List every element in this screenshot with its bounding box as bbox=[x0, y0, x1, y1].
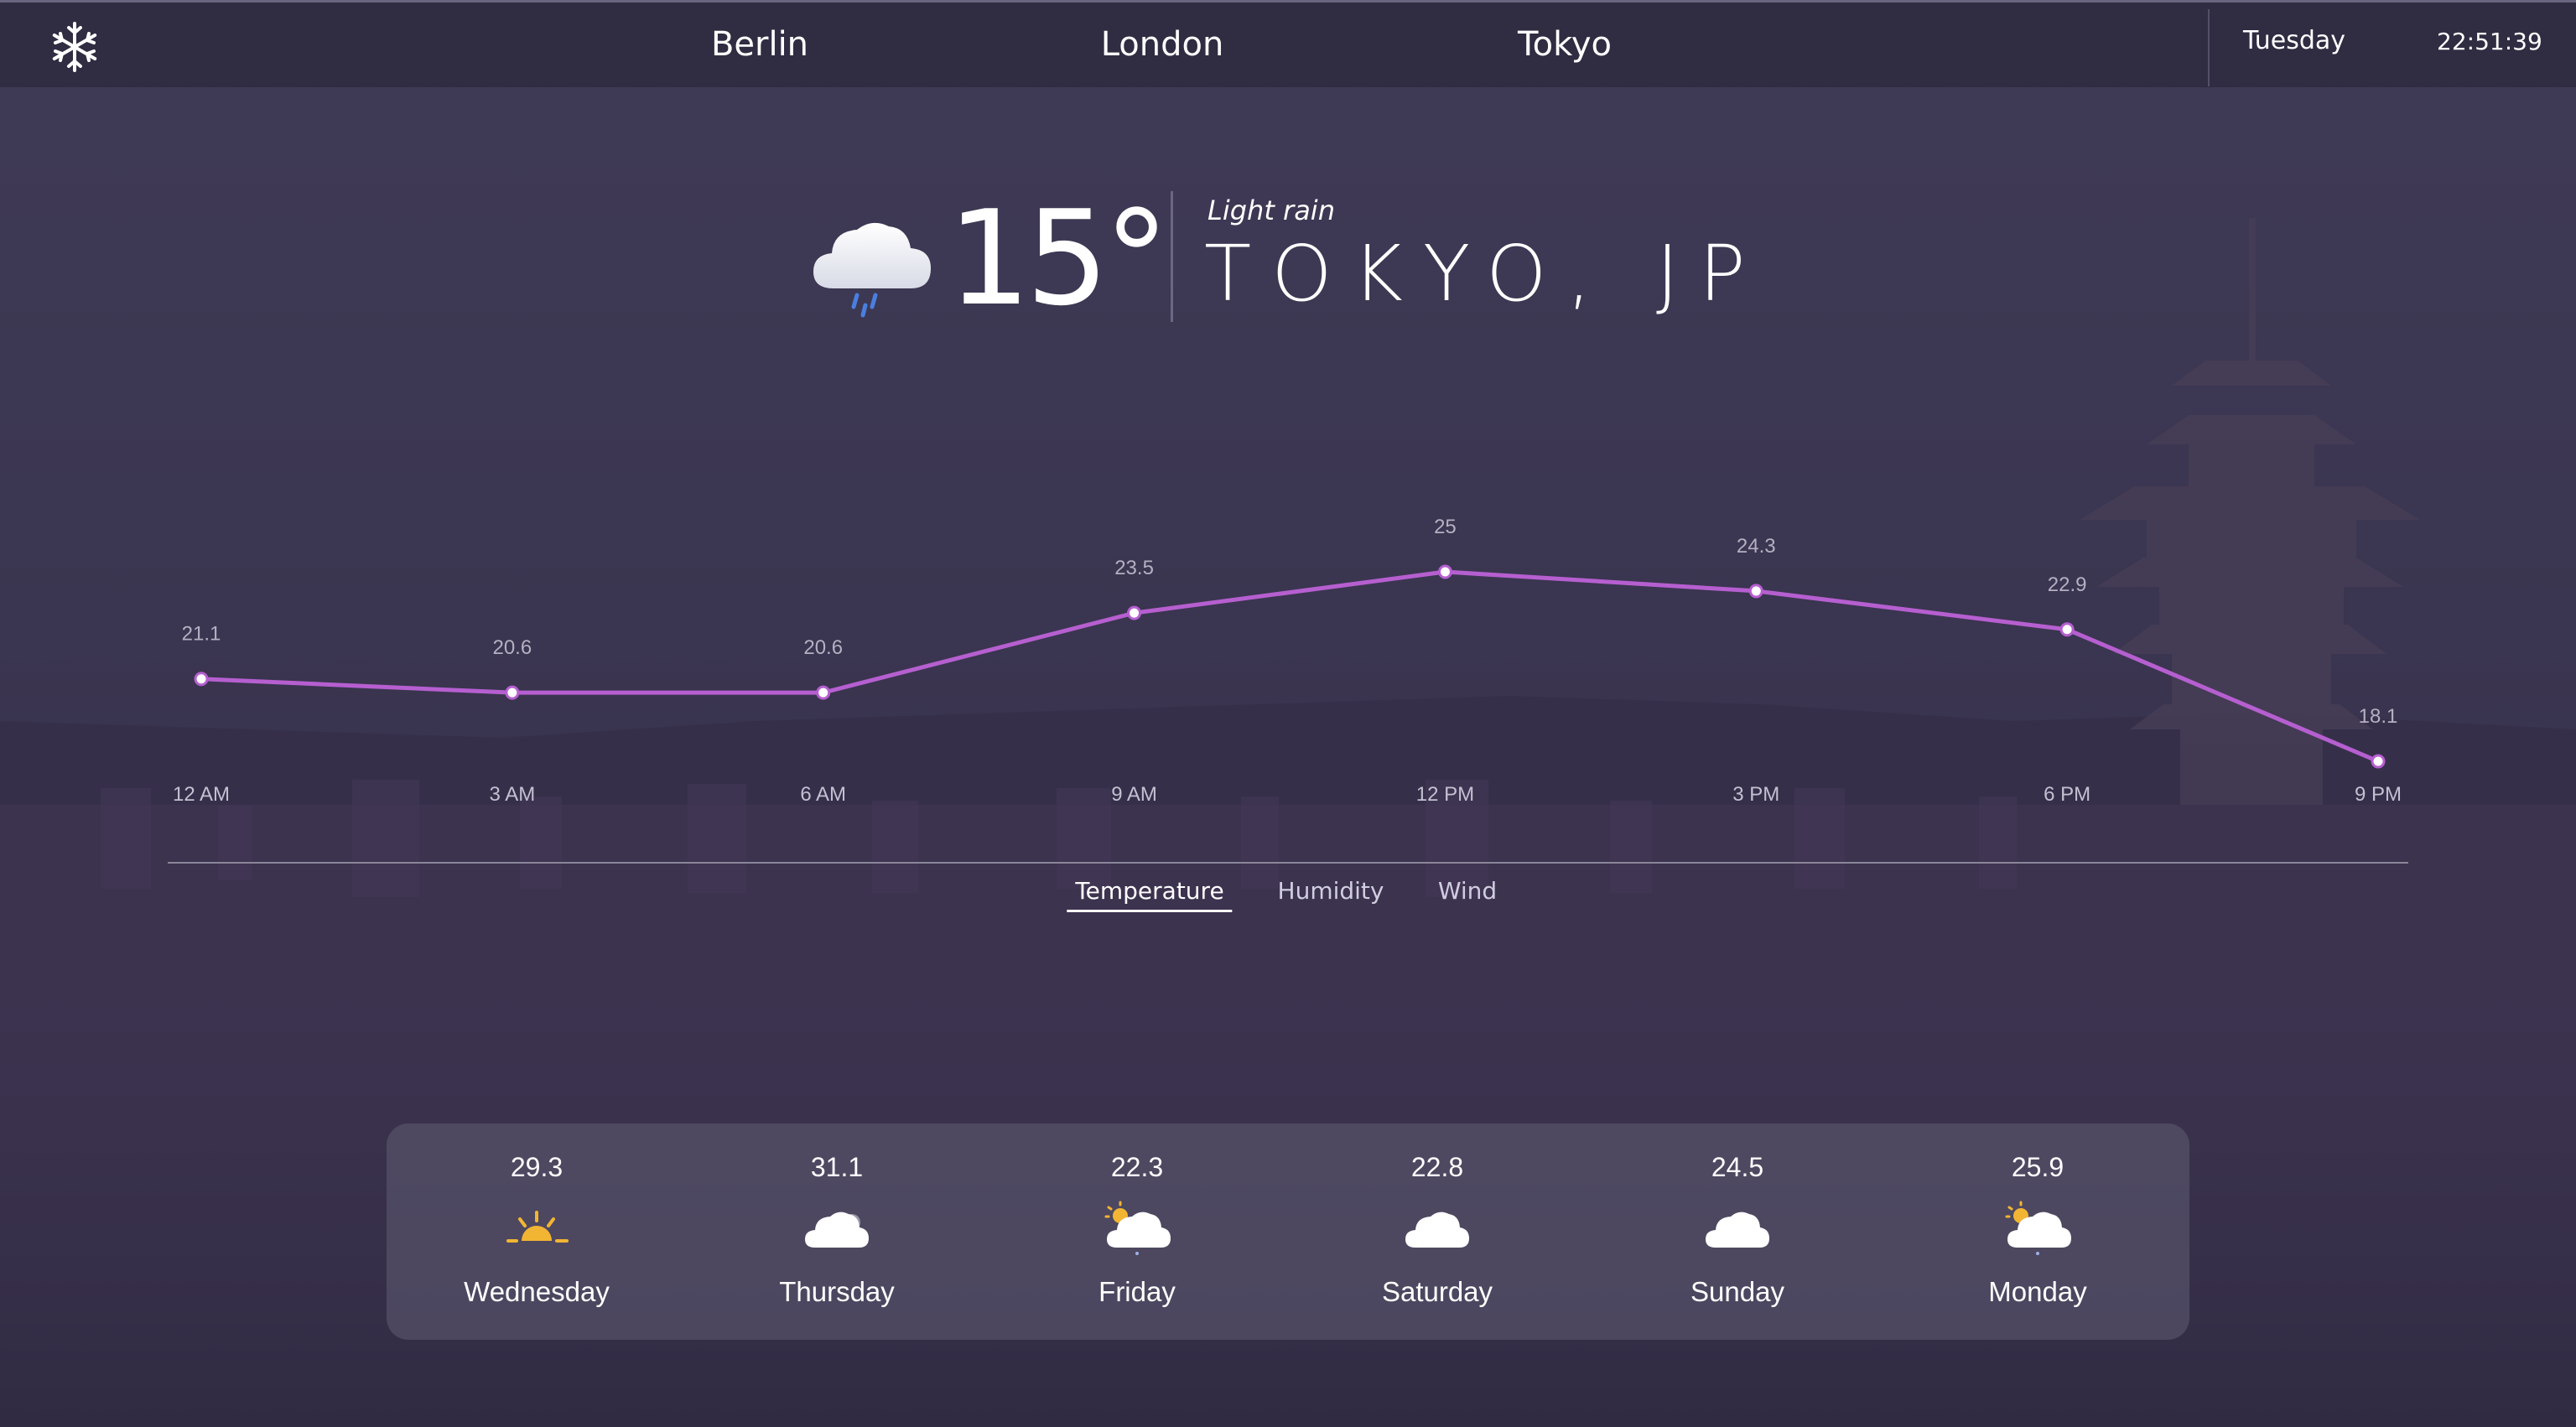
data-point[interactable] bbox=[1127, 605, 1142, 620]
x-tick-label: 6 AM bbox=[800, 783, 846, 806]
forecast-day[interactable]: 22.8 Saturday bbox=[1311, 1123, 1563, 1340]
cloud-icon bbox=[805, 1212, 869, 1248]
cloud-icon bbox=[1405, 1212, 1469, 1248]
data-point[interactable] bbox=[1437, 564, 1452, 579]
forecast-day[interactable]: 22.3 Friday bbox=[1011, 1123, 1263, 1340]
forecast-panel: 29.3 Wednesday 31.1 Thursday 22.3 Friday… bbox=[387, 1123, 2189, 1340]
forecast-temp: 22.3 bbox=[1110, 1152, 1164, 1182]
cloud-icon bbox=[1706, 1212, 1769, 1248]
data-point[interactable] bbox=[2371, 754, 2386, 769]
forecast-day-name: Wednesday bbox=[464, 1276, 610, 1307]
forecast-temp: 29.3 bbox=[510, 1152, 564, 1182]
data-label: 20.6 bbox=[492, 636, 532, 659]
forecast-day-name: Saturday bbox=[1381, 1276, 1493, 1307]
top-bar: Berlin London Tokyo Tuesday 22:51:39 bbox=[0, 0, 2576, 87]
data-point[interactable] bbox=[2059, 622, 2075, 637]
forecast-temp: 22.8 bbox=[1410, 1152, 1464, 1182]
current-temperature: 15° bbox=[948, 182, 1170, 335]
data-label: 18.1 bbox=[2359, 705, 2398, 728]
data-label: 24.3 bbox=[1737, 535, 1776, 558]
metric-tabs: Temperature Humidity Wind bbox=[0, 877, 2576, 927]
data-label: 22.9 bbox=[2048, 573, 2087, 596]
sun-icon bbox=[506, 1211, 569, 1243]
forecast-day-name: Thursday bbox=[779, 1276, 895, 1307]
data-point[interactable] bbox=[1748, 584, 1763, 599]
current-location: TOKYO, JP bbox=[1204, 229, 1766, 319]
forecast-temp: 31.1 bbox=[810, 1152, 864, 1182]
data-label: 20.6 bbox=[803, 636, 843, 659]
data-label: 21.1 bbox=[182, 623, 221, 646]
city-tab-tokyo[interactable]: Tokyo bbox=[1518, 21, 1612, 68]
forecast-day-name: Monday bbox=[1988, 1276, 2087, 1307]
x-tick-label: 9 PM bbox=[2355, 783, 2402, 806]
tab-wind[interactable]: Wind bbox=[1438, 877, 1497, 911]
forecast-day-name: Sunday bbox=[1690, 1276, 1784, 1307]
current-condition: Light rain bbox=[1208, 195, 1335, 226]
x-tick-label: 3 PM bbox=[1732, 783, 1779, 806]
topbar-divider bbox=[2208, 9, 2210, 86]
data-point[interactable] bbox=[816, 685, 831, 700]
snowflake-icon[interactable] bbox=[49, 21, 101, 73]
current-time: 22:51:39 bbox=[2437, 28, 2542, 55]
tab-temperature[interactable]: Temperature bbox=[1067, 877, 1233, 912]
forecast-day[interactable]: 25.9 Monday bbox=[1912, 1123, 2163, 1340]
tab-humidity[interactable]: Humidity bbox=[1278, 877, 1384, 911]
forecast-temp: 25.9 bbox=[2011, 1152, 2064, 1182]
header-divider bbox=[1171, 191, 1173, 322]
city-tab-london[interactable]: London bbox=[1101, 21, 1224, 68]
sun-cloud-icon bbox=[2005, 1201, 2071, 1255]
temperature-series-line bbox=[200, 569, 2379, 764]
data-label: 23.5 bbox=[1114, 557, 1154, 579]
forecast-day[interactable]: 29.3 Wednesday bbox=[411, 1123, 662, 1340]
x-tick-label: 6 PM bbox=[2044, 783, 2090, 806]
x-tick-label: 3 AM bbox=[490, 783, 536, 806]
data-label: 25 bbox=[1434, 516, 1457, 538]
forecast-temp: 24.5 bbox=[1711, 1152, 1764, 1182]
x-tick-label: 12 PM bbox=[1416, 783, 1474, 806]
current-day: Tuesday bbox=[2243, 26, 2346, 55]
weather-app: Berlin London Tokyo Tuesday 22:51:39 15°… bbox=[0, 0, 2576, 1427]
rain-cloud-icon bbox=[813, 222, 931, 318]
city-tab-berlin[interactable]: Berlin bbox=[711, 21, 808, 68]
hourly-temperature-chart: 21.1 12 AM 20.6 3 AM 20.6 6 AM 23.5 9 AM 25 12 PM… bbox=[168, 516, 2408, 864]
data-point[interactable] bbox=[505, 685, 520, 700]
forecast-day-name: Friday bbox=[1098, 1276, 1176, 1307]
x-tick-label: 12 AM bbox=[173, 783, 230, 806]
forecast-day[interactable]: 24.5 Sunday bbox=[1612, 1123, 1863, 1340]
sun-cloud-icon bbox=[1104, 1201, 1171, 1255]
data-point[interactable] bbox=[194, 672, 209, 687]
forecast-day[interactable]: 31.1 Thursday bbox=[711, 1123, 963, 1340]
x-tick-label: 9 AM bbox=[1111, 783, 1157, 806]
